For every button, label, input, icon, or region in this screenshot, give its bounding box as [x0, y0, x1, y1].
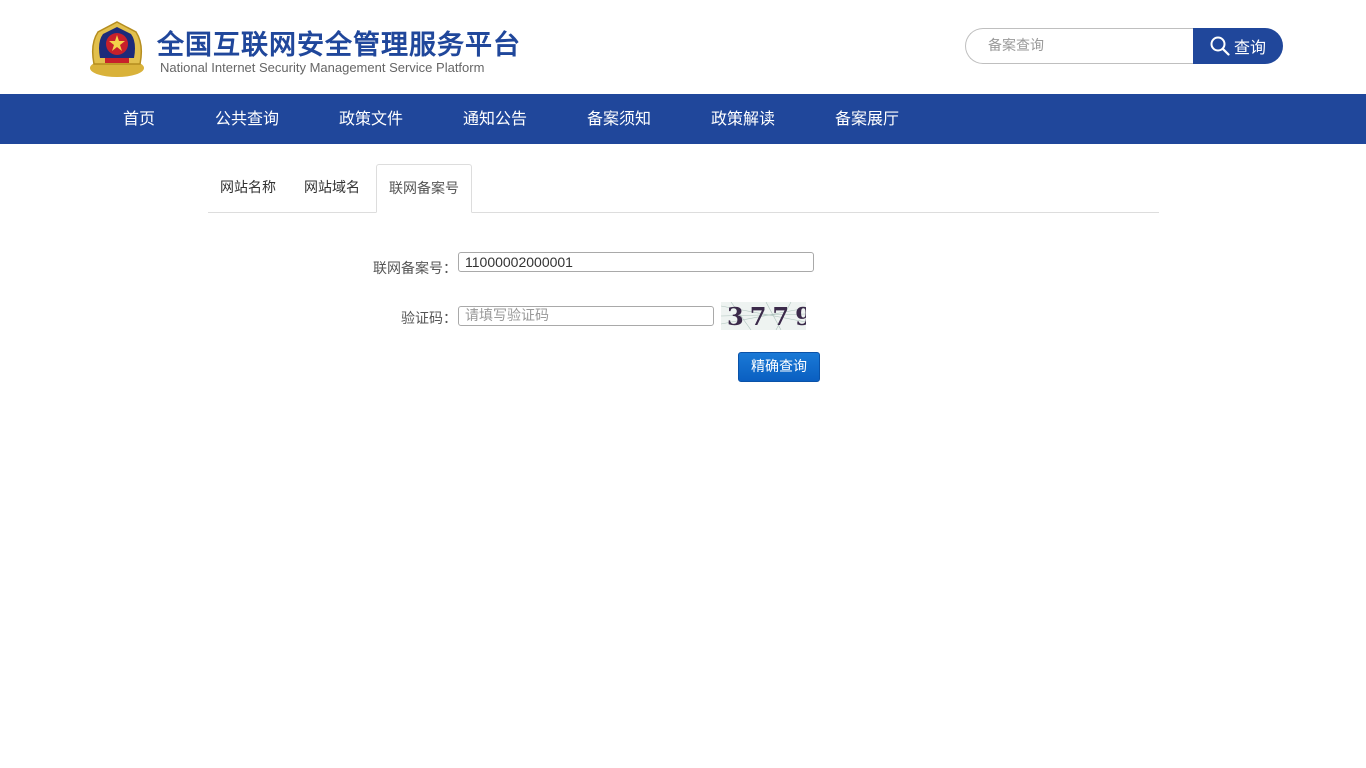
captcha-image[interactable]: 3779	[721, 302, 806, 330]
site-subtitle: National Internet Security Management Se…	[160, 60, 485, 75]
search-input[interactable]	[965, 28, 1193, 64]
header-search: 查询	[965, 28, 1283, 64]
nav-item-filing-guide[interactable]: 备案须知	[587, 94, 651, 144]
search-button[interactable]: 查询	[1193, 28, 1283, 64]
record-number-input[interactable]	[458, 252, 814, 272]
tab-record-number[interactable]: 联网备案号	[376, 164, 472, 213]
site-title: 全国互联网安全管理服务平台	[157, 30, 521, 61]
nav-item-filing-showcase[interactable]: 备案展厅	[835, 94, 899, 144]
header: 全国互联网安全管理服务平台 National Internet Security…	[0, 0, 1366, 94]
captcha-label: 验证码：	[401, 311, 457, 327]
exact-query-button[interactable]: 精确查询	[738, 352, 820, 382]
nav-item-public-query[interactable]: 公共查询	[215, 94, 279, 144]
main-nav: 首页 公共查询 政策文件 通知公告 备案须知 政策解读 备案展厅	[0, 94, 1366, 144]
nav-item-notices[interactable]: 通知公告	[463, 94, 527, 144]
record-number-label: 联网备案号：	[373, 261, 457, 277]
tab-site-domain[interactable]: 网站域名	[304, 164, 360, 211]
tab-site-name[interactable]: 网站名称	[220, 164, 276, 211]
nav-item-policy-docs[interactable]: 政策文件	[339, 94, 403, 144]
nav-item-home[interactable]: 首页	[123, 94, 155, 144]
search-icon	[1210, 36, 1230, 56]
police-emblem-icon	[90, 21, 144, 77]
nav-item-policy-interpretation[interactable]: 政策解读	[711, 94, 775, 144]
query-tabs: 网站名称 网站域名 联网备案号	[208, 164, 1159, 213]
captcha-input[interactable]	[458, 306, 714, 326]
search-button-label: 查询	[1233, 38, 1266, 57]
captcha-text: 3779	[727, 302, 806, 330]
